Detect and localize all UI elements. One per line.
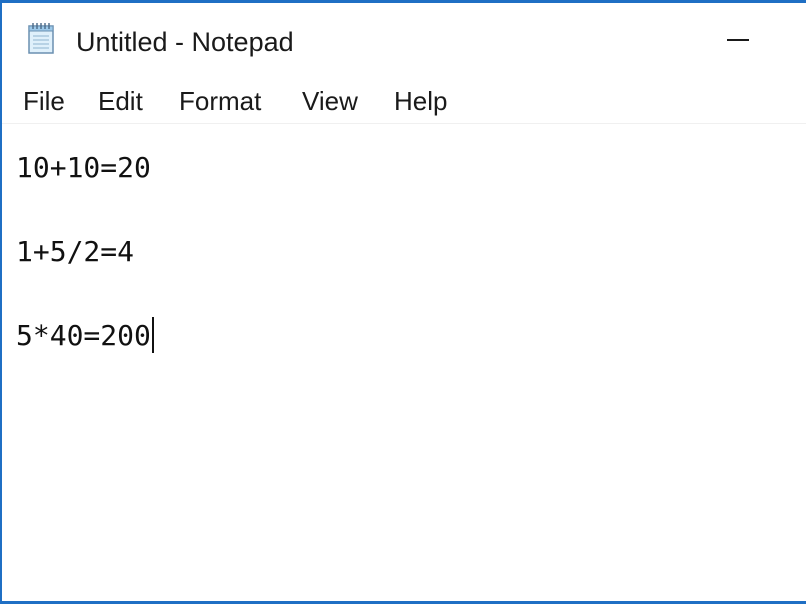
menu-format[interactable]: Format — [179, 85, 261, 117]
text-caret — [151, 317, 154, 353]
editor-line-1-text: 10+10=20 — [16, 151, 151, 184]
notepad-window: Untitled - Notepad File Edit Format View… — [0, 0, 806, 604]
editor-line-2: 1+5/2=4 — [16, 235, 134, 269]
editor-line-3: 5*40=200 — [16, 317, 154, 353]
text-editor[interactable]: 10+10=20 1+5/2=4 5*40=200 — [2, 124, 806, 601]
editor-line-1: 10+10=20 — [16, 151, 151, 185]
window-title: Untitled - Notepad — [76, 27, 294, 57]
title-bar[interactable]: Untitled - Notepad — [2, 3, 806, 79]
editor-line-2-text: 1+5/2=4 — [16, 235, 135, 268]
menu-edit[interactable]: Edit — [98, 85, 143, 117]
minimize-icon — [727, 39, 749, 41]
menu-file[interactable]: File — [23, 85, 65, 117]
menu-help[interactable]: Help — [394, 85, 447, 117]
editor-line-3-text: 5*40=200 — [16, 319, 151, 352]
menu-bar: File Edit Format View Help — [2, 79, 806, 124]
menu-view[interactable]: View — [302, 85, 358, 117]
minimize-button[interactable] — [707, 13, 767, 69]
notepad-icon[interactable] — [27, 21, 57, 55]
